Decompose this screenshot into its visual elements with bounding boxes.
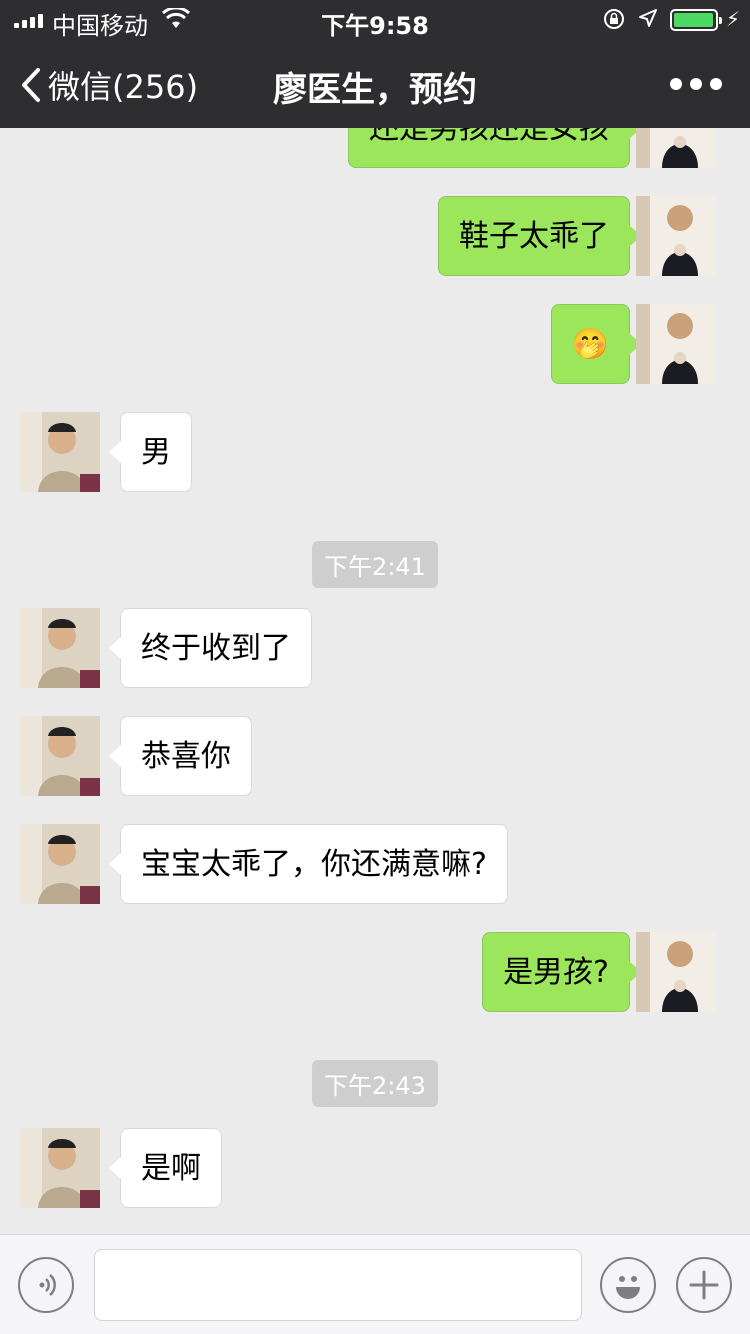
chat-title: 廖医生，预约 [273, 70, 477, 110]
plus-icon [689, 1270, 719, 1300]
avatar-contact[interactable] [20, 716, 100, 796]
avatar-me[interactable] [636, 932, 716, 1012]
more-button[interactable] [670, 78, 722, 90]
avatar-me[interactable] [636, 196, 716, 276]
message-bubble-incoming[interactable]: 男 [109, 412, 192, 492]
status-bar: 中国移动 下午9:58 ⚡ [0, 0, 750, 40]
message-bubble-outgoing[interactable]: 🤭 [550, 304, 642, 384]
location-icon [639, 9, 657, 27]
message-bubble-incoming[interactable]: 宝宝太乖了，你还满意嘛? [109, 824, 508, 904]
avatar-contact[interactable] [20, 608, 100, 688]
message-bubble-incoming[interactable]: 恭喜你 [109, 716, 252, 796]
timestamp-label: 下午2:41 [312, 541, 438, 588]
rotation-lock-icon [604, 9, 624, 29]
voice-icon [39, 1274, 56, 1296]
more-actions-button[interactable] [676, 1257, 732, 1313]
timestamp-label: 下午2:43 [312, 1060, 438, 1107]
message-bubble-incoming[interactable]: 终于收到了 [109, 608, 312, 688]
chat-area[interactable]: 还是男孩还是女孩 鞋子太乖了 🤭 男 下午2:41 终于收到了 恭喜你 宝宝太乖… [0, 128, 750, 1234]
message-bubble-incoming[interactable]: 是啊 [109, 1128, 222, 1208]
charging-icon: ⚡ [726, 7, 741, 31]
top-bar: 中国移动 下午9:58 ⚡ 微信(256) 廖医生，预约 [0, 0, 750, 128]
message-bubble-outgoing[interactable]: 还是男孩还是女孩 [348, 128, 641, 168]
voice-button[interactable] [18, 1257, 74, 1313]
avatar-contact[interactable] [20, 412, 100, 492]
message-bubble-outgoing[interactable]: 鞋子太乖了 [438, 196, 641, 276]
message-input[interactable] [94, 1249, 582, 1321]
emoji-button[interactable] [600, 1257, 656, 1313]
avatar-contact[interactable] [20, 824, 100, 904]
avatar-me[interactable] [636, 304, 716, 384]
battery-icon [670, 9, 722, 31]
message-bubble-outgoing[interactable]: 是男孩? [482, 932, 641, 1012]
smiley-icon [616, 1276, 640, 1299]
nav-bar: 微信(256) 廖医生，预约 [0, 40, 750, 128]
input-bar [0, 1234, 750, 1334]
avatar-me[interactable] [636, 128, 716, 168]
avatar-contact[interactable] [20, 1128, 100, 1208]
